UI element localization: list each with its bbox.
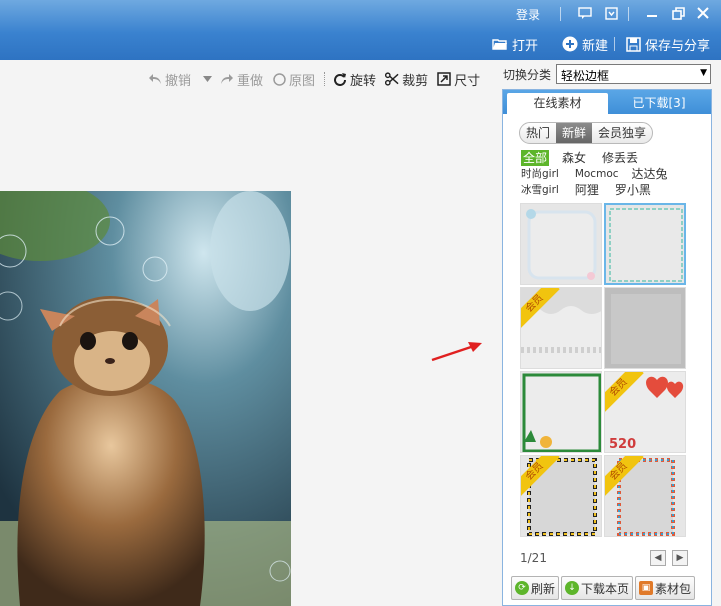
package-icon: ▣ xyxy=(639,581,654,595)
canvas-photo[interactable] xyxy=(0,191,291,606)
frame-thumbnail[interactable]: 520 会员 xyxy=(604,371,686,453)
message-icon[interactable] xyxy=(574,2,596,24)
redo-button[interactable]: 重做 xyxy=(220,70,263,89)
pill-vip-only[interactable]: 会员独享 xyxy=(592,123,652,143)
edit-toolbar: 撤销 重做 原图 旋转 裁剪 尺寸 xyxy=(148,68,489,90)
chevron-down-icon xyxy=(200,72,214,86)
filter-tag[interactable]: 罗小黑 xyxy=(615,182,651,198)
undo-dropdown[interactable] xyxy=(200,72,214,86)
divider xyxy=(628,7,629,21)
save-share-label: 保存与分享 xyxy=(645,38,711,54)
tab-downloaded[interactable]: 已下载[3] xyxy=(611,93,707,114)
next-page-button[interactable]: ▶ xyxy=(672,550,688,566)
material-panel: 在线素材 已下载[3] 热门 新鲜 会员独享 全部 森女 修丢丢 时尚girl … xyxy=(502,89,712,606)
size-label: 尺寸 xyxy=(454,73,481,89)
frame-thumbnail[interactable] xyxy=(604,287,686,369)
maximize-icon[interactable] xyxy=(667,2,689,24)
material-tabs: 在线素材 已下载[3] xyxy=(503,90,711,114)
filter-tag[interactable]: 全部 xyxy=(521,150,550,166)
frame-thumbnail[interactable] xyxy=(520,371,602,453)
folder-icon xyxy=(492,36,508,52)
save-share-button[interactable]: 保存与分享 xyxy=(625,34,710,54)
size-button[interactable]: 尺寸 xyxy=(437,70,480,89)
category-label: 切换分类 xyxy=(503,68,552,82)
svg-text:520: 520 xyxy=(609,437,636,452)
filter-tag[interactable]: 修丢丢 xyxy=(602,150,638,166)
filter-tag[interactable]: 冰雪girl xyxy=(521,182,559,198)
open-button[interactable]: 打开 xyxy=(492,34,538,54)
new-label: 新建 xyxy=(582,38,609,54)
close-icon[interactable] xyxy=(692,2,714,24)
divider xyxy=(560,7,561,21)
filter-tag[interactable]: Mocmoc xyxy=(575,166,619,182)
redo-icon xyxy=(220,72,234,86)
rotate-icon xyxy=(333,72,347,86)
plus-icon xyxy=(562,36,578,52)
frame-thumbnail[interactable]: 会员 xyxy=(520,455,602,537)
open-label: 打开 xyxy=(512,38,539,54)
download-page-label: 下载本页 xyxy=(581,581,630,596)
rotate-label: 旋转 xyxy=(350,73,377,89)
title-bar: 登录 打开 新建 保存与分享 xyxy=(0,0,721,60)
rotate-button[interactable]: 旋转 xyxy=(333,70,376,89)
material-pack-label: 素材包 xyxy=(655,581,692,596)
refresh-button[interactable]: ⟳ 刷新 xyxy=(511,576,560,600)
pill-hot[interactable]: 热门 xyxy=(520,123,556,143)
filter-tags: 全部 森女 修丢丢 时尚girl Mocmoc 达达兔 冰雪girl 阿狸 罗小… xyxy=(521,150,711,198)
filter-tag[interactable]: 阿狸 xyxy=(575,182,599,198)
save-icon xyxy=(625,36,641,52)
prev-page-button[interactable]: ◀ xyxy=(650,550,666,566)
undo-icon xyxy=(148,72,162,86)
chevron-down-icon: ▼ xyxy=(700,68,707,78)
skin-icon[interactable] xyxy=(600,2,622,24)
circle-icon xyxy=(272,72,286,86)
category-select[interactable]: 轻松边框 ▼ xyxy=(556,64,711,84)
divider xyxy=(324,72,326,86)
frame-thumbnail[interactable]: 会员 xyxy=(604,455,686,537)
pagination: 1/21 ◀ ▶ xyxy=(520,548,688,568)
filter-tag[interactable]: 达达兔 xyxy=(632,166,668,182)
panel-footer: ⟳ 刷新 ↓ 下载本页 ▣ 素材包 xyxy=(511,576,707,600)
divider xyxy=(614,37,615,51)
pill-new[interactable]: 新鲜 xyxy=(556,123,593,143)
crop-label: 裁剪 xyxy=(402,73,429,89)
download-icon: ↓ xyxy=(565,581,580,595)
login-link[interactable]: 登录 xyxy=(516,6,540,23)
new-button[interactable]: 新建 xyxy=(562,34,608,54)
filter-tag[interactable]: 时尚girl xyxy=(521,166,559,182)
frame-thumbnail[interactable]: 会员 xyxy=(520,287,602,369)
filter-tag[interactable]: 森女 xyxy=(562,150,586,166)
resize-icon xyxy=(437,72,451,86)
tab-online-materials[interactable]: 在线素材 xyxy=(507,93,608,114)
download-page-button[interactable]: ↓ 下载本页 xyxy=(561,576,634,600)
minimize-icon[interactable] xyxy=(641,2,663,24)
sort-pill-group: 热门 新鲜 会员独享 xyxy=(519,122,654,144)
refresh-icon: ⟳ xyxy=(515,581,529,595)
undo-button[interactable]: 撤销 xyxy=(148,70,191,89)
refresh-label: 刷新 xyxy=(531,581,556,596)
crop-button[interactable]: 裁剪 xyxy=(385,70,428,89)
original-button[interactable]: 原图 xyxy=(272,70,315,89)
category-selected-value: 轻松边框 xyxy=(561,69,610,83)
frame-thumbnail[interactable] xyxy=(604,203,686,285)
annotation-arrow-icon xyxy=(430,338,485,366)
original-label: 原图 xyxy=(289,73,316,89)
scissors-icon xyxy=(385,72,399,86)
undo-label: 撤销 xyxy=(165,73,192,89)
page-indicator: 1/21 xyxy=(520,551,547,565)
material-pack-button[interactable]: ▣ 素材包 xyxy=(635,576,696,600)
frame-thumbnail[interactable] xyxy=(520,203,602,285)
redo-label: 重做 xyxy=(237,73,264,89)
